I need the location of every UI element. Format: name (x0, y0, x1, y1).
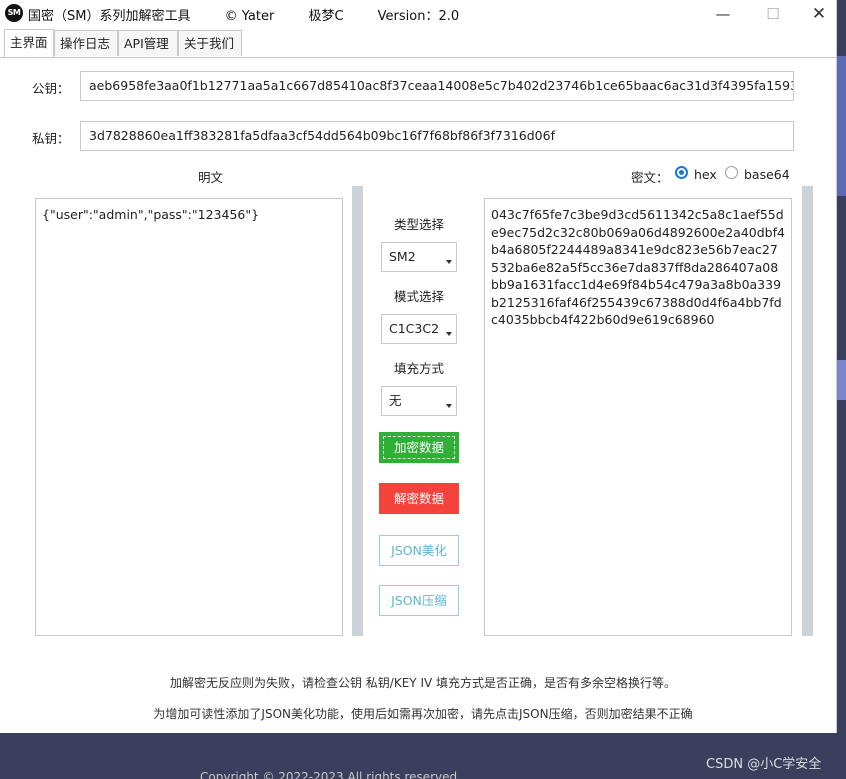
private-key-label: 私钥： (32, 131, 70, 146)
tab-main[interactable]: 主界面 (4, 29, 54, 57)
private-key-input[interactable]: 3d7828860ea1ff383281fa5dfaa3cf54dd564b09… (80, 121, 794, 151)
tab-bar: 主界面 操作日志 API管理 关于我们 (0, 28, 836, 58)
type-select-label: 类型选择 (393, 217, 444, 232)
padding-select-value: 无 (389, 393, 402, 408)
plaintext-label: 明文 (198, 170, 224, 185)
public-key-input[interactable]: aeb6958fe3aa0f1b12771aa5a1c667d85410ac8f… (80, 71, 794, 101)
title-bar[interactable]: SM 国密（SM）系列加解密工具 © Yater 极梦C Version：2.0… (0, 0, 836, 28)
type-select-value: SM2 (389, 249, 416, 264)
background-window-edge (837, 360, 846, 400)
window-title: 国密（SM）系列加解密工具 © Yater 极梦C Version：2.0 (28, 5, 489, 24)
tip-line-2: 为增加可读性添加了JSON美化功能，使用后如需再次加密，请先点击JSON压缩，否… (153, 707, 693, 721)
app-author: © Yater (224, 9, 275, 24)
tab-about-us[interactable]: 关于我们 (178, 30, 242, 56)
app-logo-icon: SM (5, 4, 23, 22)
background-footer-text: Copyright © 2022-2023 All rights reserve… (200, 770, 458, 779)
ciphertext-scrollbar[interactable] (802, 186, 813, 636)
tab-api-management[interactable]: API管理 (118, 30, 178, 56)
base64-radio-label[interactable]: base64 (744, 167, 790, 182)
tab-operation-log[interactable]: 操作日志 (54, 30, 118, 56)
chevron-down-icon (446, 332, 452, 336)
mode-select-value: C1C3C2 (389, 321, 440, 336)
chevron-down-icon (446, 260, 452, 264)
plaintext-textarea[interactable]: {"user":"admin","pass":"123456"} (35, 198, 343, 636)
background-window-edge (837, 56, 846, 196)
app-title: 国密（SM）系列加解密工具 (28, 9, 191, 24)
app-window: SM 国密（SM）系列加解密工具 © Yater 极梦C Version：2.0… (0, 0, 837, 733)
app-version: Version：2.0 (377, 9, 460, 24)
minimize-button[interactable]: — (700, 0, 746, 28)
app-nickname: 极梦C (308, 9, 344, 24)
padding-select[interactable]: 无 (381, 386, 457, 416)
ciphertext-textarea[interactable]: 043c7f65fe7c3be9d3cd5611342c5a8c1aef55de… (484, 198, 792, 636)
maximize-button[interactable]: ☐ (750, 0, 796, 28)
plaintext-scrollbar[interactable] (352, 186, 363, 636)
chevron-down-icon (446, 404, 452, 408)
encrypt-button[interactable]: 加密数据 (379, 432, 459, 463)
hex-radio[interactable] (675, 166, 688, 179)
ciphertext-label: 密文： (631, 170, 669, 185)
mode-select[interactable]: C1C3C2 (381, 314, 457, 344)
padding-select-label: 填充方式 (393, 361, 444, 376)
decrypt-button[interactable]: 解密数据 (379, 483, 459, 514)
json-compress-button[interactable]: JSON压缩 (379, 585, 459, 616)
public-key-label: 公钥： (32, 81, 70, 96)
type-select[interactable]: SM2 (381, 242, 457, 272)
hex-radio-label[interactable]: hex (694, 167, 717, 182)
tip-line-1: 加解密无反应则为失败，请检查公钥 私钥/KEY IV 填充方式是否正确，是否有多… (169, 676, 677, 690)
close-button[interactable]: ✕ (796, 0, 842, 28)
json-beautify-button[interactable]: JSON美化 (379, 535, 459, 566)
base64-radio[interactable] (725, 166, 738, 179)
mode-select-label: 模式选择 (393, 289, 444, 304)
